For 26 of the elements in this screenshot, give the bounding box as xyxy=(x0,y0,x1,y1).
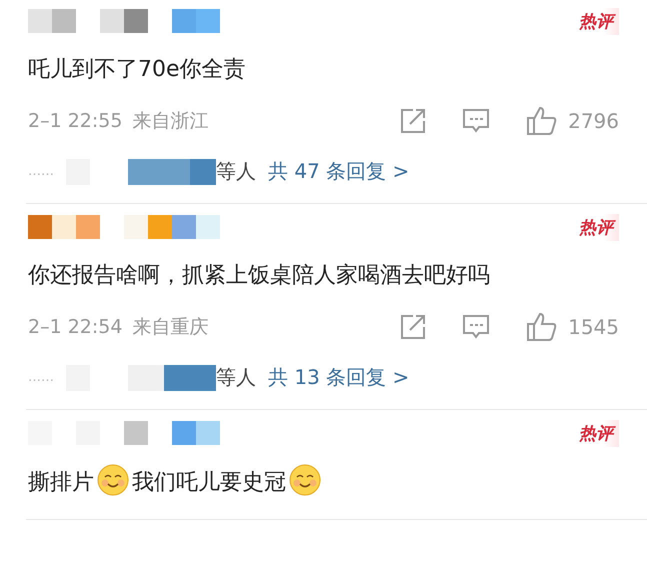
comment-time: 2–1 22:54 xyxy=(28,316,122,338)
comment-text: 撕排片 我们吒儿要史冠 xyxy=(28,464,619,501)
replier-suffix: 等人 xyxy=(216,158,256,185)
comment-icon[interactable] xyxy=(462,108,490,134)
like-count: 2796 xyxy=(568,109,619,133)
smiling-face-icon xyxy=(289,464,321,496)
smiling-face-icon xyxy=(97,464,129,496)
comment-text: 吒儿到不了70e你全责 xyxy=(28,56,247,84)
share-icon[interactable] xyxy=(400,108,426,134)
replier-suffix: 等人 xyxy=(216,364,256,391)
replies-link[interactable]: 共 13 条回复 > xyxy=(268,364,410,391)
ellipsis-text: …… xyxy=(28,164,54,179)
hot-comment-badge: 热评 xyxy=(579,420,619,446)
comment-location: 来自浙江 xyxy=(132,109,208,134)
comment-icon[interactable] xyxy=(462,314,490,340)
thumbs-up-icon[interactable] xyxy=(526,106,558,136)
comment-text: 你还报告啥啊，抓紧上饭桌陪人家喝酒去吧好吗 xyxy=(28,262,491,290)
comment-time: 2–1 22:55 xyxy=(28,110,122,132)
hot-comment-badge: 热评 xyxy=(579,214,619,240)
ellipsis-text: …… xyxy=(28,370,54,385)
replies-link[interactable]: 共 47 条回复 > xyxy=(268,158,410,185)
comment-location: 来自重庆 xyxy=(132,315,208,340)
share-icon[interactable] xyxy=(400,314,426,340)
thumbs-up-icon[interactable] xyxy=(526,312,558,342)
hot-comment-badge: 热评 xyxy=(579,8,619,34)
like-count: 1545 xyxy=(568,315,619,339)
